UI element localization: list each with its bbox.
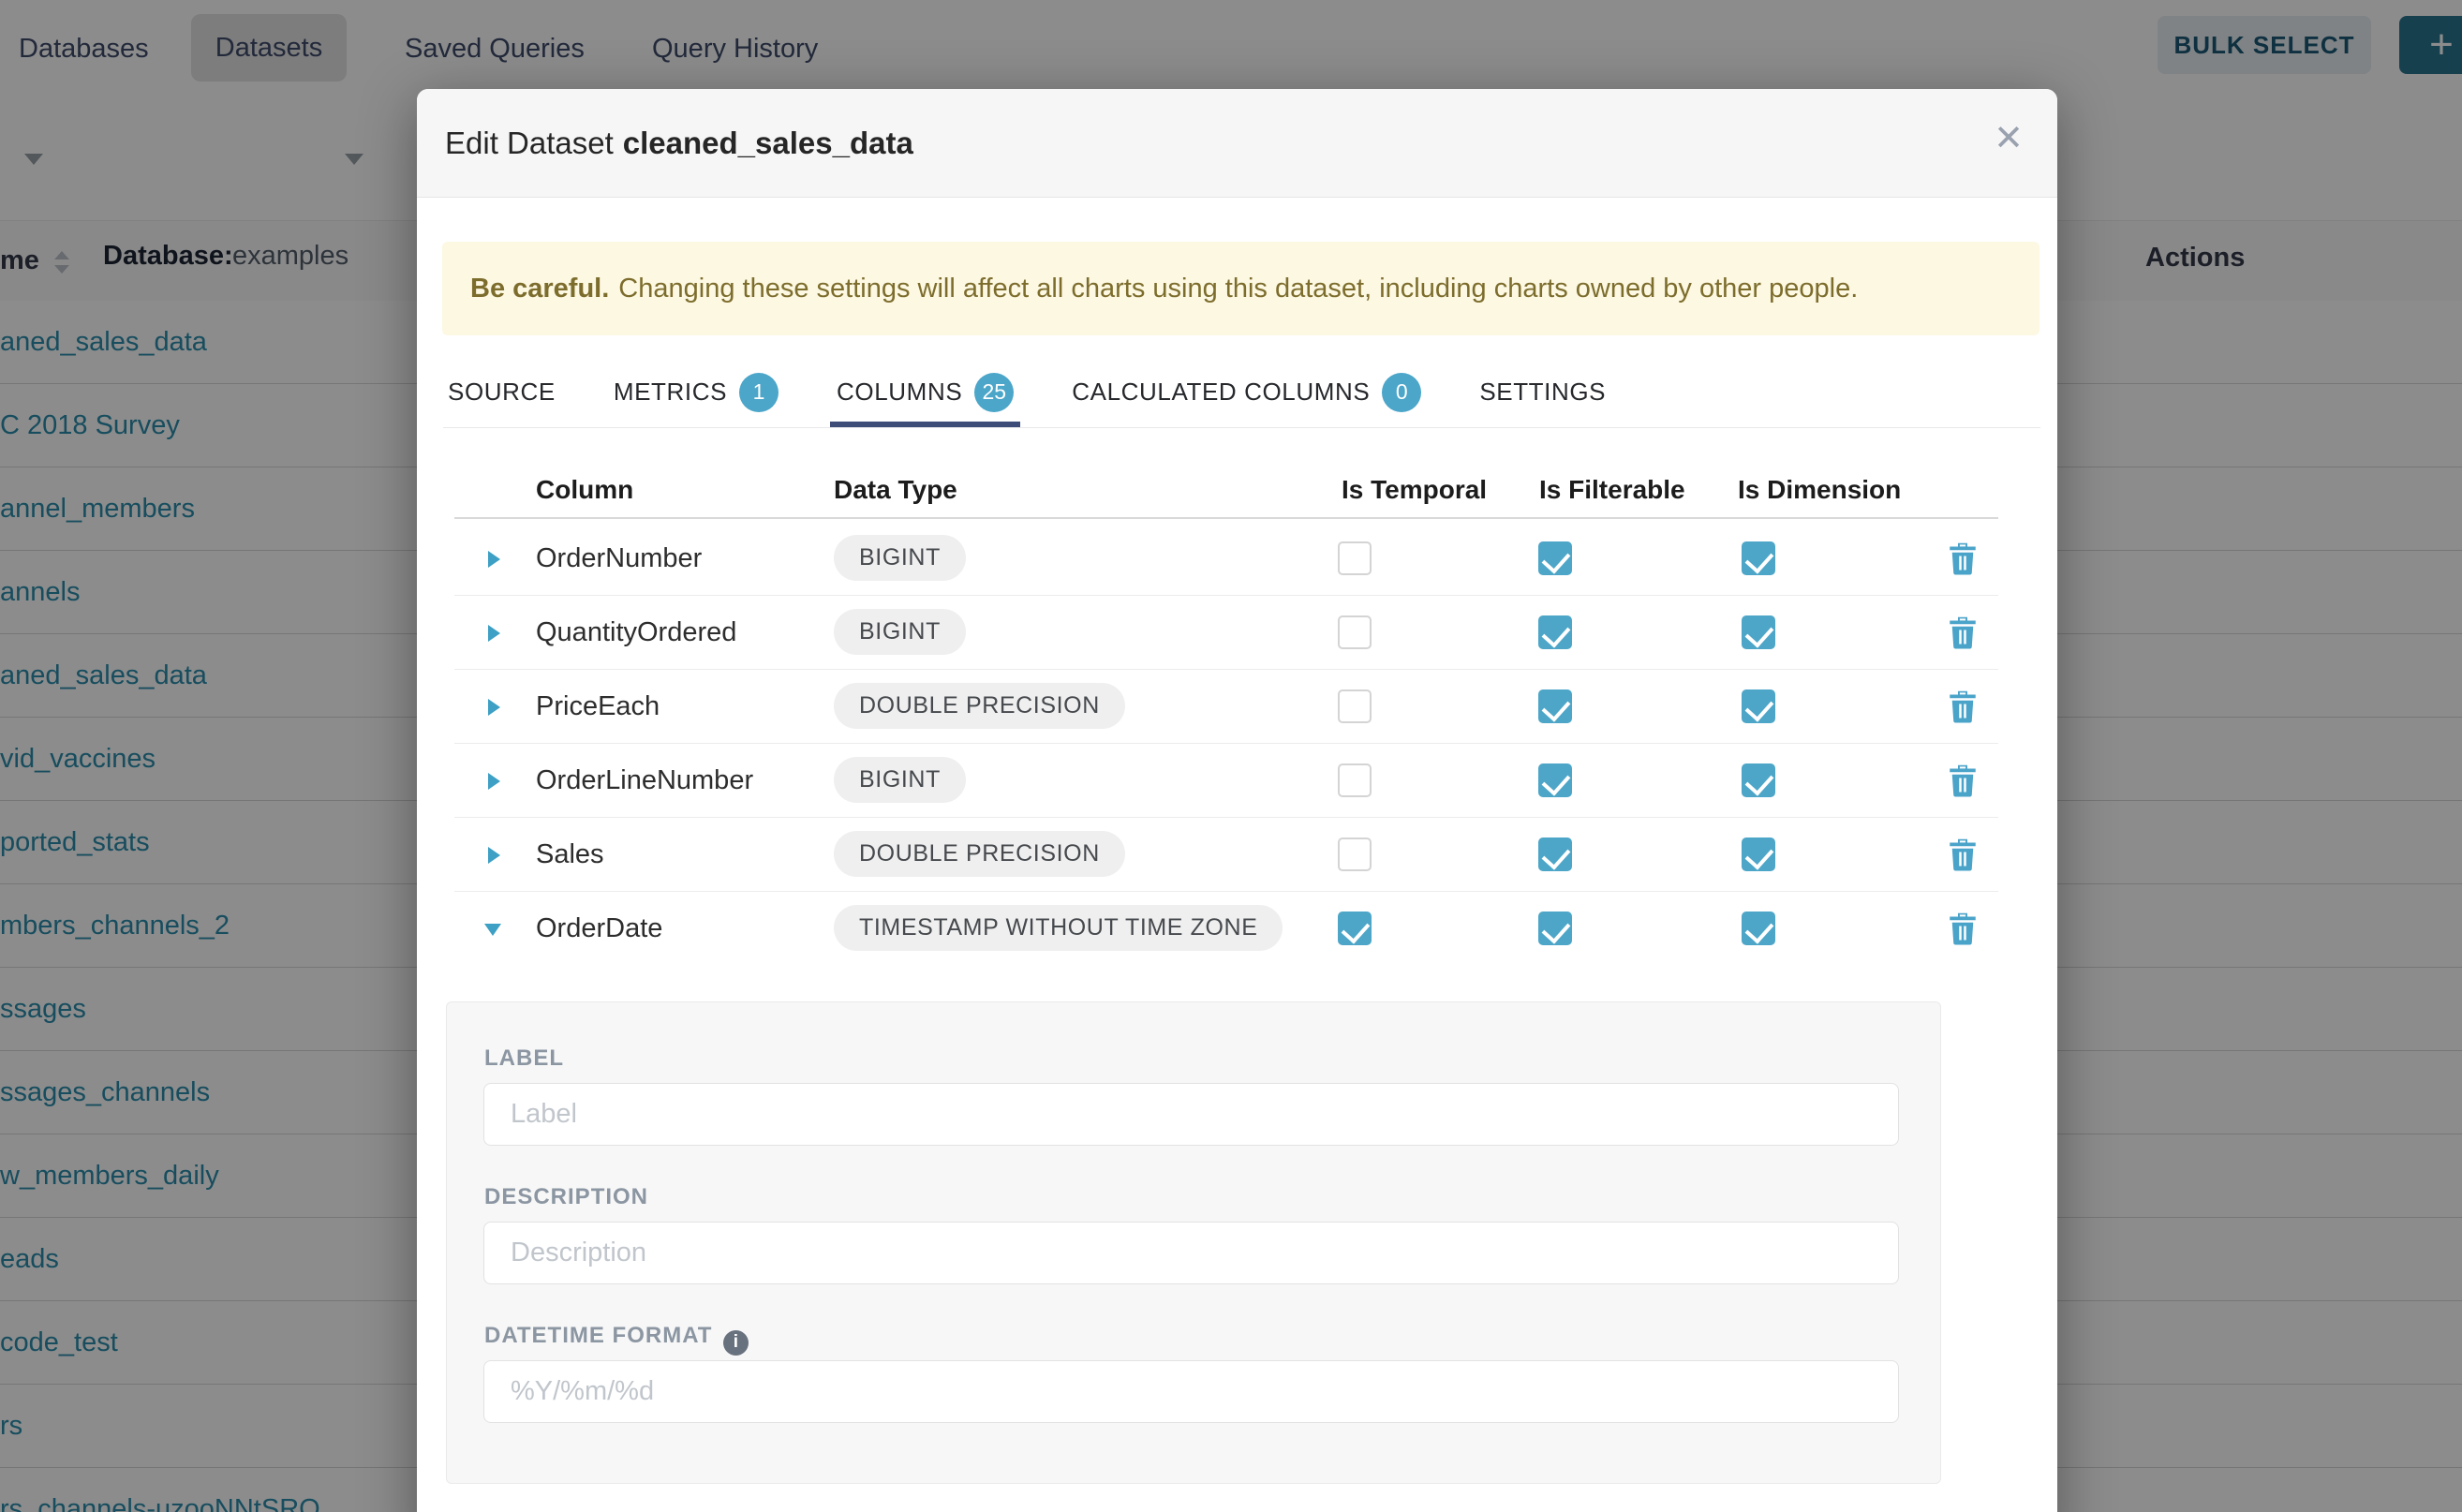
tab-label: CALCULATED COLUMNS — [1072, 378, 1370, 407]
tab-label: COLUMNS — [837, 378, 962, 407]
is-dimension-checkbox[interactable] — [1742, 912, 1775, 945]
is-filterable-checkbox[interactable] — [1538, 838, 1572, 871]
info-icon[interactable]: i — [723, 1330, 749, 1356]
modal-tabs: SOURCE METRICS 1 COLUMNS 25 CALCULATED C… — [448, 356, 1606, 428]
delete-column-icon[interactable] — [1949, 912, 1977, 945]
column-name: PriceEach — [536, 670, 660, 743]
collapse-caret-icon[interactable] — [484, 924, 501, 936]
datetime-format-field-label: DATETIME FORMAT i — [484, 1323, 749, 1356]
column-row-priceeach: PriceEach DOUBLE PRECISION — [454, 670, 1998, 744]
warning-text: Changing these settings will affect all … — [618, 274, 1858, 304]
column-row-orderlinenumber: OrderLineNumber BIGINT — [454, 744, 1998, 818]
is-temporal-checkbox[interactable] — [1338, 763, 1372, 797]
modal-title: Edit Dataset cleaned_sales_data — [445, 89, 913, 197]
column-name: QuantityOrdered — [536, 596, 736, 669]
tab-label: SETTINGS — [1479, 378, 1606, 407]
data-type-pill: BIGINT — [834, 535, 966, 581]
is-filterable-checkbox[interactable] — [1538, 912, 1572, 945]
column-name: OrderLineNumber — [536, 744, 753, 817]
is-temporal-checkbox[interactable] — [1338, 838, 1372, 871]
tab-calculated-columns[interactable]: CALCULATED COLUMNS 0 — [1072, 356, 1421, 428]
is-temporal-checkbox[interactable] — [1338, 541, 1372, 575]
metrics-count-badge: 1 — [739, 373, 779, 412]
tab-settings[interactable]: SETTINGS — [1479, 356, 1606, 428]
is-filterable-checkbox[interactable] — [1538, 541, 1572, 575]
modal-title-prefix: Edit Dataset — [445, 126, 614, 161]
column-row-quantityordered: QuantityOrdered BIGINT — [454, 596, 1998, 670]
label-input[interactable] — [483, 1083, 1899, 1146]
column-name: OrderDate — [536, 892, 662, 965]
tabs-divider — [443, 427, 2040, 428]
tab-label: METRICS — [614, 378, 727, 407]
column-name: Sales — [536, 818, 604, 891]
label-field-label: LABEL — [484, 1045, 564, 1072]
is-dimension-checkbox[interactable] — [1742, 763, 1775, 797]
column-row-ordernumber: OrderNumber BIGINT — [454, 522, 1998, 596]
is-temporal-checkbox[interactable] — [1338, 689, 1372, 723]
tab-label: SOURCE — [448, 378, 556, 407]
delete-column-icon[interactable] — [1949, 541, 1977, 575]
columns-table: OrderNumber BIGINT QuantityOrdered BIGIN… — [454, 522, 1998, 965]
description-field-label: DESCRIPTION — [484, 1184, 648, 1210]
is-filterable-header: Is Filterable — [1539, 475, 1685, 505]
data-type-pill: DOUBLE PRECISION — [834, 831, 1125, 877]
warning-bold-text: Be careful. — [470, 274, 609, 304]
expand-caret-icon[interactable] — [488, 551, 500, 568]
description-input[interactable] — [483, 1222, 1899, 1284]
is-temporal-checkbox[interactable] — [1338, 912, 1372, 945]
expand-caret-icon[interactable] — [488, 699, 500, 716]
column-header: Column — [536, 475, 633, 505]
data-type-pill: BIGINT — [834, 609, 966, 655]
is-dimension-checkbox[interactable] — [1742, 541, 1775, 575]
delete-column-icon[interactable] — [1949, 838, 1977, 871]
is-dimension-checkbox[interactable] — [1742, 615, 1775, 649]
is-dimension-header: Is Dimension — [1738, 475, 1901, 505]
datetime-format-label-text: DATETIME FORMAT — [484, 1323, 712, 1348]
close-icon[interactable]: ✕ — [1994, 121, 2024, 156]
is-dimension-checkbox[interactable] — [1742, 838, 1775, 871]
column-detail-panel: LABEL DESCRIPTION DATETIME FORMAT i — [446, 1001, 1941, 1484]
expand-caret-icon[interactable] — [488, 847, 500, 864]
app-screen: Databases Datasets Saved Queries Query H… — [0, 0, 2462, 1512]
expand-caret-icon[interactable] — [488, 625, 500, 642]
delete-column-icon[interactable] — [1949, 615, 1977, 649]
is-filterable-checkbox[interactable] — [1538, 763, 1572, 797]
tab-columns[interactable]: COLUMNS 25 — [837, 356, 1014, 428]
data-type-header: Data Type — [834, 475, 957, 505]
is-dimension-checkbox[interactable] — [1742, 689, 1775, 723]
column-row-orderdate-expanded: OrderDate TIMESTAMP WITHOUT TIME ZONE — [454, 892, 1998, 965]
column-row-sales: Sales DOUBLE PRECISION — [454, 818, 1998, 892]
expand-caret-icon[interactable] — [488, 773, 500, 790]
column-name: OrderNumber — [536, 522, 702, 595]
data-type-pill: BIGINT — [834, 757, 966, 803]
data-type-pill: DOUBLE PRECISION — [834, 683, 1125, 729]
table-header-border — [454, 517, 1998, 519]
tab-metrics[interactable]: METRICS 1 — [614, 356, 779, 428]
edit-dataset-modal: Edit Dataset cleaned_sales_data ✕ Be car… — [417, 89, 2057, 1512]
is-filterable-checkbox[interactable] — [1538, 615, 1572, 649]
columns-count-badge: 25 — [974, 373, 1014, 412]
datetime-format-input[interactable] — [483, 1360, 1899, 1423]
tab-source[interactable]: SOURCE — [448, 356, 556, 428]
is-temporal-header: Is Temporal — [1342, 475, 1487, 505]
delete-column-icon[interactable] — [1949, 763, 1977, 797]
delete-column-icon[interactable] — [1949, 689, 1977, 723]
modal-header: Edit Dataset cleaned_sales_data ✕ — [417, 89, 2057, 198]
data-type-pill: TIMESTAMP WITHOUT TIME ZONE — [834, 905, 1283, 951]
is-temporal-checkbox[interactable] — [1338, 615, 1372, 649]
modal-title-dataset-name: cleaned_sales_data — [623, 126, 913, 161]
is-filterable-checkbox[interactable] — [1538, 689, 1572, 723]
warning-banner: Be careful. Changing these settings will… — [442, 242, 2039, 335]
calculated-columns-count-badge: 0 — [1382, 373, 1421, 412]
